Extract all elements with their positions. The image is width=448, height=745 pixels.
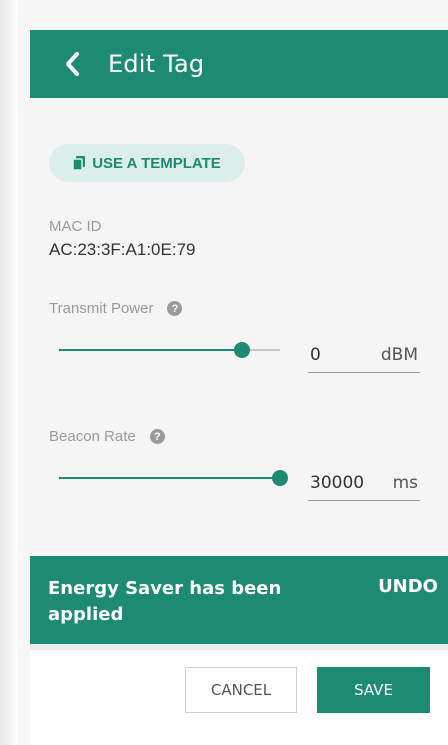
transmit-power-input[interactable]: 0 dBM	[308, 338, 420, 373]
window-shadow	[0, 0, 18, 745]
copy-icon	[73, 156, 86, 170]
snackbar-message: Energy Saver has been applied	[48, 578, 282, 625]
mac-id-label: MAC ID	[49, 218, 102, 235]
mac-id-value: AC:23:3F:A1:0E:79	[49, 240, 196, 259]
page-title: Edit Tag	[108, 50, 205, 78]
form-footer: CANCEL SAVE	[30, 644, 448, 745]
beacon-rate-label: Beacon Rate	[49, 428, 136, 445]
use-template-label: USE A TEMPLATE	[92, 154, 221, 172]
screen: Edit Tag USE A TEMPLATE MAC ID AC:23:3F:…	[18, 0, 448, 745]
save-button[interactable]: SAVE	[317, 667, 430, 713]
help-icon[interactable]: ?	[149, 429, 165, 444]
slider-fill	[59, 349, 243, 351]
app-header: Edit Tag	[30, 30, 448, 98]
beacon-rate-unit: ms	[392, 473, 418, 493]
beacon-rate-input[interactable]: 30000 ms	[308, 466, 420, 501]
help-icon[interactable]: ?	[167, 301, 183, 316]
slider-fill	[59, 477, 280, 479]
beacon-rate-label-row: Beacon Rate ?	[49, 428, 165, 445]
transmit-power-label-row: Transmit Power ?	[49, 300, 183, 317]
transmit-power-value[interactable]: 0	[308, 345, 381, 365]
transmit-power-unit: dBM	[380, 345, 418, 365]
chevron-left-icon	[66, 52, 79, 76]
back-button[interactable]	[52, 44, 92, 84]
use-template-button[interactable]: USE A TEMPLATE	[49, 144, 245, 182]
slider-thumb[interactable]	[272, 470, 288, 486]
transmit-power-label: Transmit Power	[49, 300, 154, 317]
beacon-rate-value[interactable]: 30000	[308, 473, 393, 493]
beacon-rate-slider[interactable]	[59, 468, 288, 488]
transmit-power-slider[interactable]	[59, 340, 280, 360]
cancel-button[interactable]: CANCEL	[185, 667, 297, 713]
edit-tag-form: USE A TEMPLATE MAC ID AC:23:3F:A1:0E:79 …	[30, 98, 448, 556]
undo-button[interactable]: UNDO	[378, 576, 438, 597]
snackbar: Energy Saver has been applied UNDO	[30, 556, 448, 644]
slider-thumb[interactable]	[234, 342, 251, 358]
